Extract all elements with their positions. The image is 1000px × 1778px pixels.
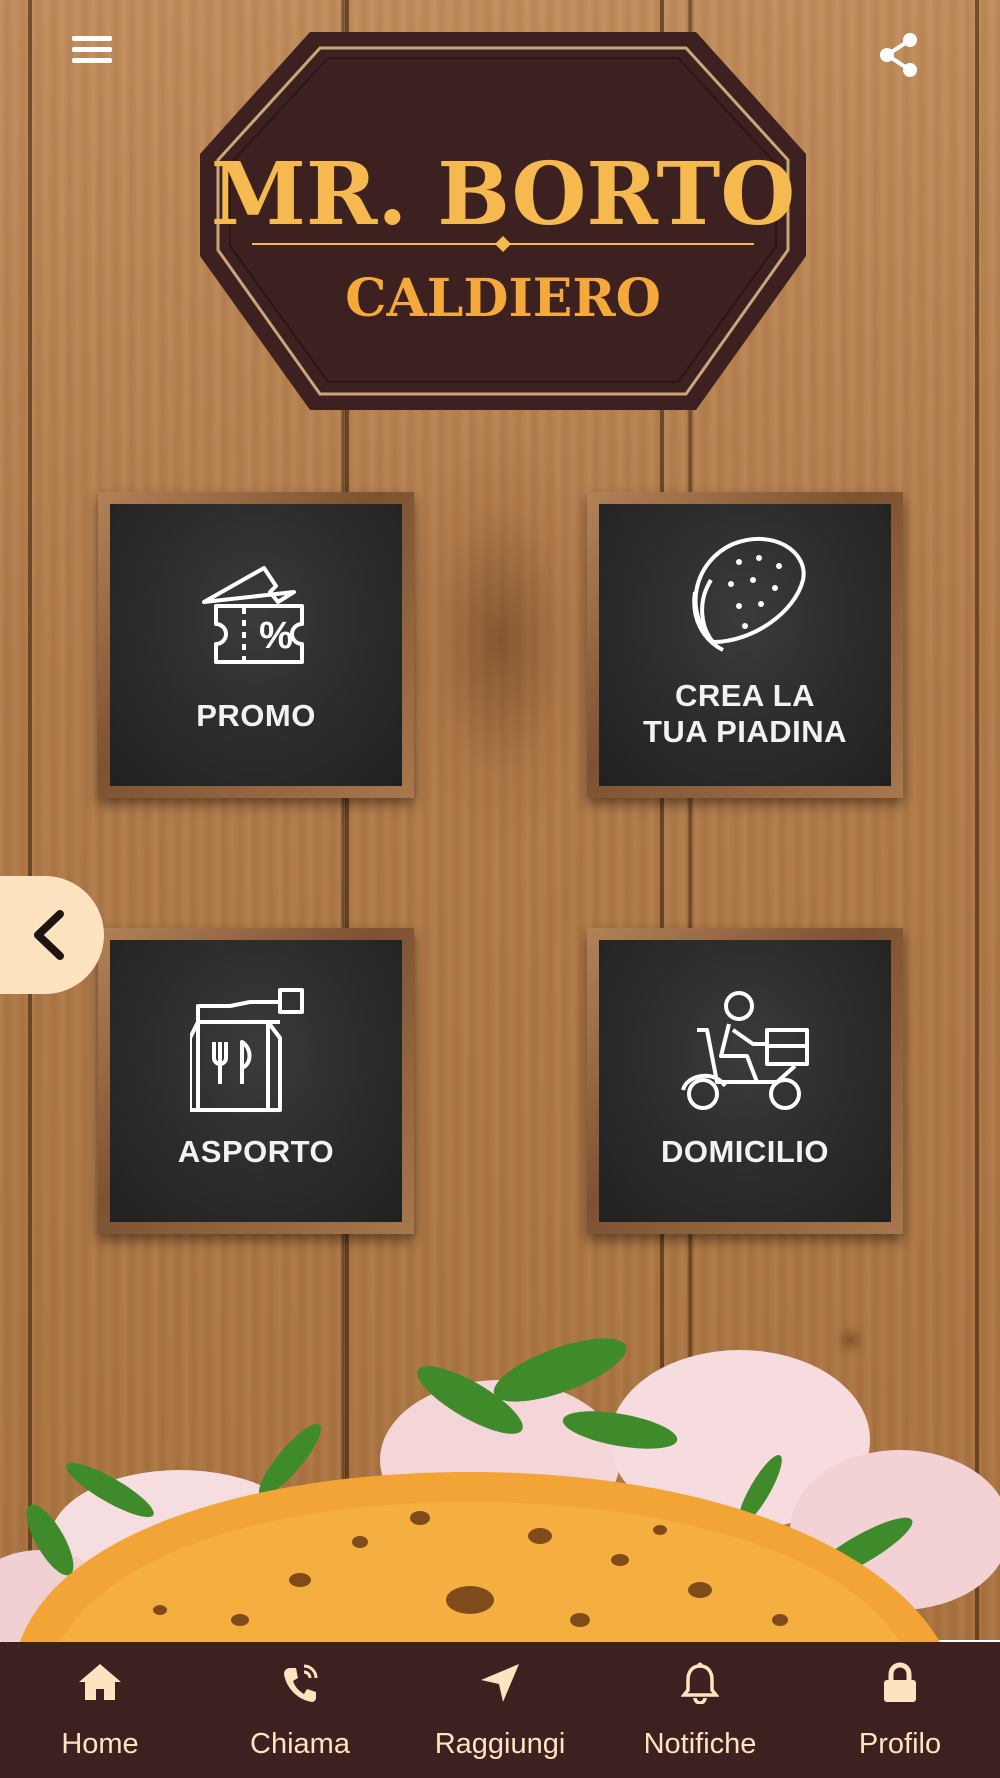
nav-profilo[interactable]: Profilo — [800, 1642, 1000, 1778]
home-icon — [79, 1664, 121, 1700]
nav-profilo-label: Profilo — [858, 1728, 942, 1760]
logo-title: MR. BORTO — [211, 144, 796, 245]
phone-icon — [284, 1664, 318, 1702]
nav-raggiungi[interactable]: Raggiungi — [400, 1642, 600, 1778]
share-icon[interactable] — [878, 32, 920, 78]
crea-piadina-label-line1: CREA LA — [674, 678, 816, 713]
navigation-arrow-icon — [481, 1664, 519, 1702]
lock-icon — [884, 1662, 916, 1702]
brand-logo: MR. BORTO CALDIERO — [200, 28, 806, 410]
nav-notifiche[interactable]: Notifiche — [600, 1642, 800, 1778]
logo-subtitle: CALDIERO — [345, 268, 661, 329]
domicilio-label: DOMICILIO — [660, 1134, 830, 1169]
nav-chiama-label: Chiama — [250, 1728, 350, 1760]
domicilio-tile[interactable]: DOMICILIO — [587, 928, 903, 1234]
ticket-percent-icon: % — [202, 566, 304, 664]
promo-tile[interactable]: % PROMO — [98, 492, 414, 798]
crea-piadina-tile[interactable]: CREA LA TUA PIADINA — [587, 492, 903, 798]
crea-piadina-label-line2: TUA PIADINA — [642, 714, 848, 749]
chevron-left-icon — [34, 910, 64, 960]
hamburger-menu-icon[interactable] — [72, 32, 112, 72]
bottom-nav: Home Chiama Raggiungi Notifiche Profilo — [0, 1642, 1000, 1778]
wood-knot — [400, 430, 600, 850]
promo-label: PROMO — [196, 698, 316, 733]
nav-home[interactable]: Home — [0, 1642, 200, 1778]
nav-home-label: Home — [61, 1728, 139, 1760]
piadina-image — [0, 1338, 1000, 1642]
nav-raggiungi-label: Raggiungi — [434, 1728, 566, 1760]
svg-text:%: % — [259, 615, 293, 657]
nav-chiama[interactable]: Chiama — [200, 1642, 400, 1778]
asporto-label: ASPORTO — [177, 1134, 335, 1169]
asporto-tile[interactable]: ASPORTO — [98, 928, 414, 1234]
piadina-icon — [692, 537, 806, 652]
nav-notifiche-label: Notifiche — [643, 1728, 757, 1760]
bell-icon — [681, 1662, 719, 1704]
delivery-scooter-icon — [681, 991, 809, 1110]
takeaway-bag-icon — [190, 988, 304, 1112]
